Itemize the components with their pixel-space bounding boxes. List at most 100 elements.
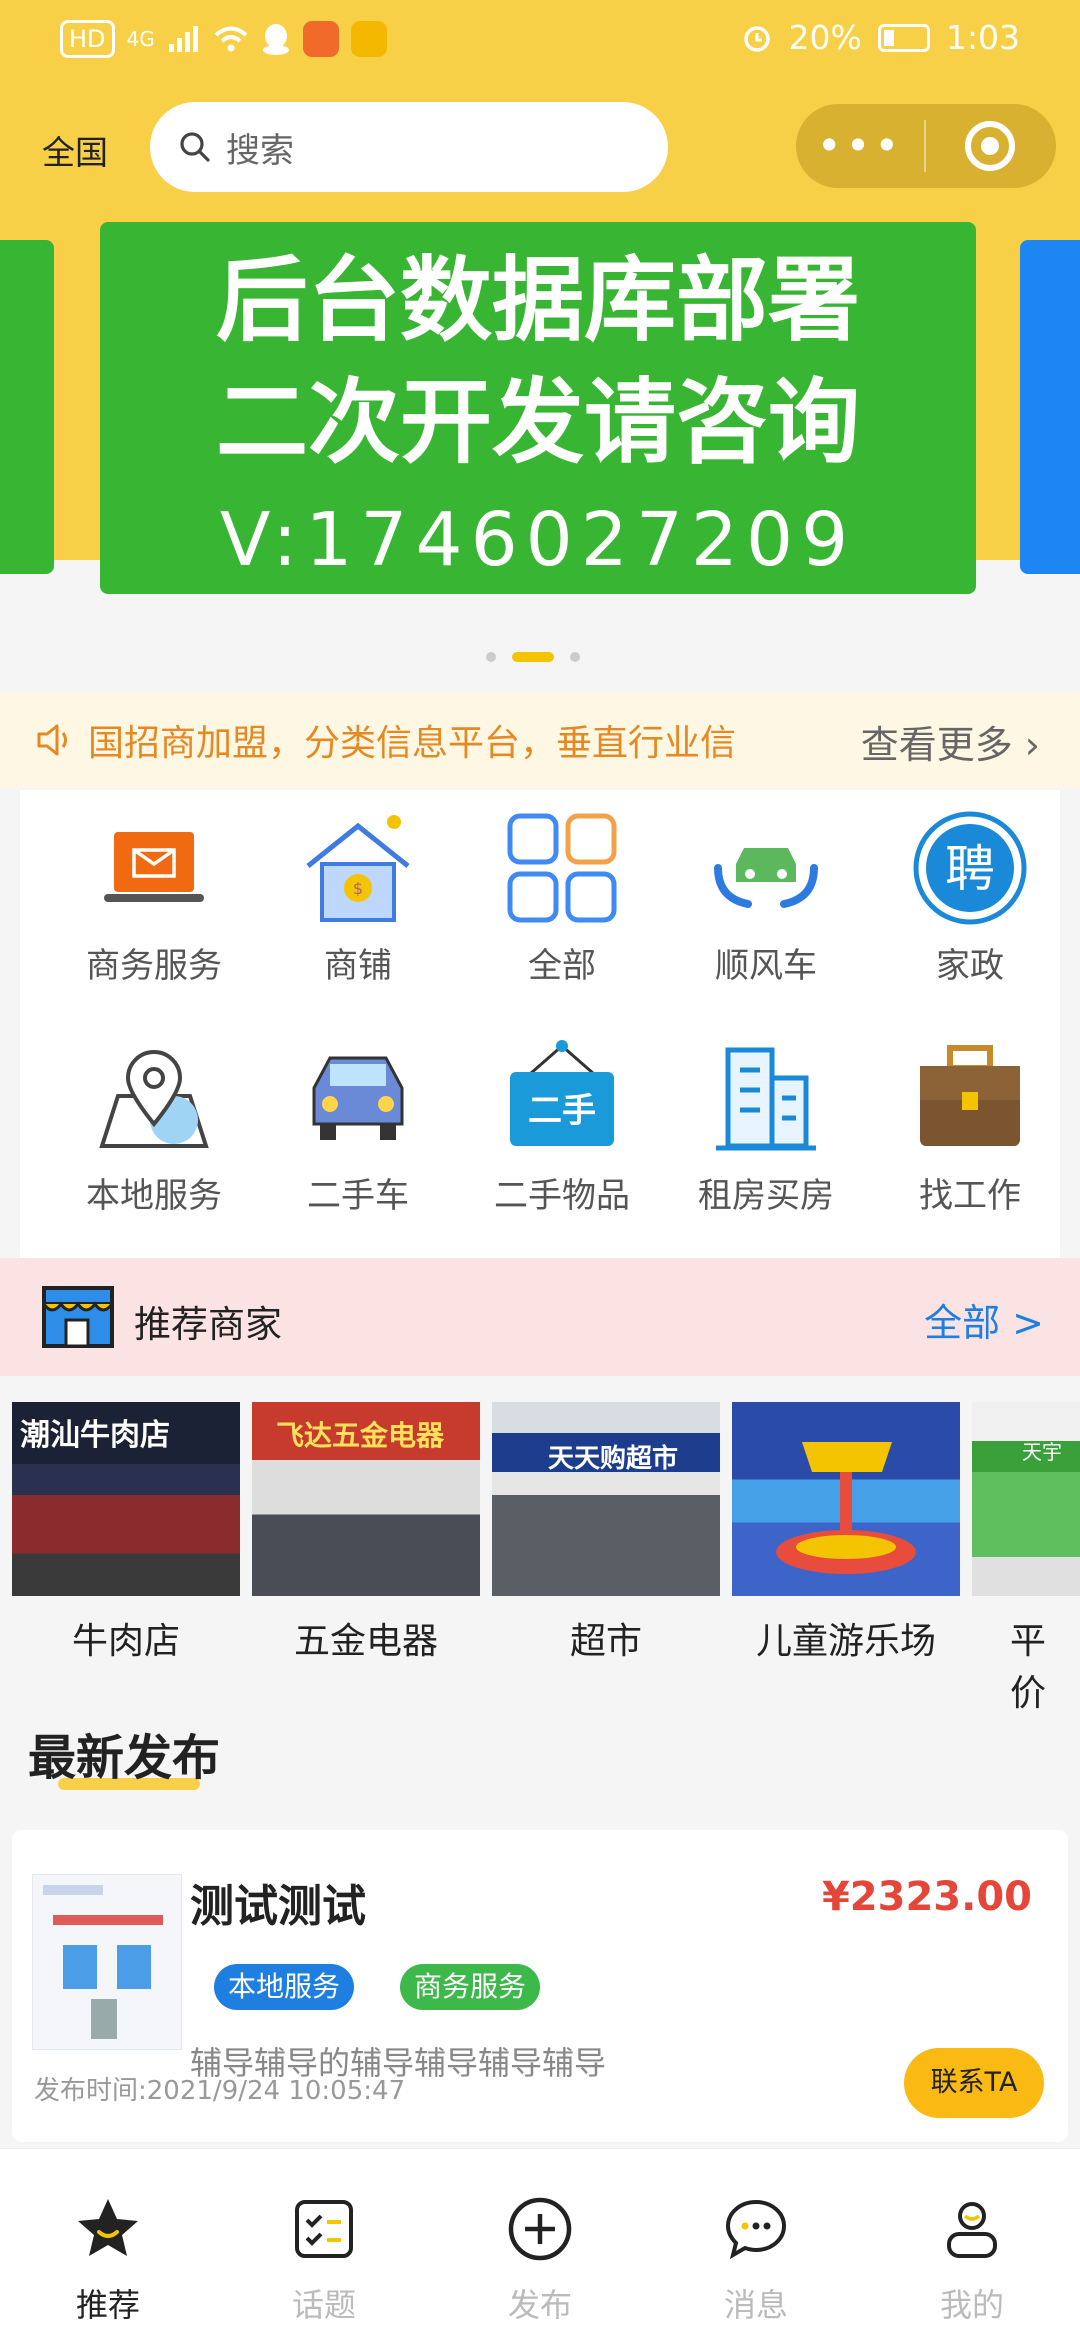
user-icon (939, 2196, 1005, 2262)
pagination-dot-active (512, 652, 554, 662)
category-item[interactable]: 顺风车 (664, 790, 868, 1000)
mail-notification-icon (350, 21, 387, 57)
car-hands-icon (706, 808, 826, 928)
clock: 1:03 (945, 18, 1020, 57)
region-selector[interactable]: 全国 (42, 126, 108, 174)
location-map-icon (94, 1038, 214, 1158)
tab-label: 发布 (507, 2286, 572, 2324)
notice-more-link[interactable]: 查看更多 › (861, 714, 1040, 769)
category-item[interactable]: 聘 家政 (868, 790, 1072, 1000)
contact-button[interactable]: 联系TA (904, 2048, 1044, 2118)
merchant-label: 牛肉店 (71, 1621, 180, 1662)
category-item[interactable]: 商务服务 (52, 790, 256, 1000)
category-item[interactable]: 本地服务 (52, 1020, 256, 1230)
merchant-sign: 天宇 (1022, 1440, 1062, 1464)
search-bar[interactable]: 搜索 (150, 102, 668, 192)
target-icon (965, 121, 1015, 171)
merchant-sign: 天天购超市 (548, 1444, 679, 1474)
merchant-photo (732, 1402, 960, 1596)
building-icon (706, 1038, 826, 1158)
category-label: 二手物品 (494, 1176, 630, 1216)
tab-messages[interactable]: 消息 (676, 2196, 836, 2326)
post-card[interactable]: 测试测试 ¥2323.00 本地服务 商务服务 辅导辅导的辅导辅导辅导辅导 发布… (12, 1830, 1068, 2142)
merchant-card[interactable]: 儿童游乐场 (732, 1402, 960, 1664)
merchant-card[interactable]: 天宇 平价 (972, 1402, 1080, 1714)
tab-label: 话题 (291, 2286, 356, 2324)
car-icon (298, 1038, 418, 1158)
post-tag[interactable]: 本地服务 (214, 1964, 355, 2010)
category-label: 商务服务 (86, 946, 222, 986)
banner-next-peek[interactable] (1020, 240, 1080, 574)
notice-bar[interactable]: 国招商加盟，分类信息平台，垂直行业信 查看更多 › (0, 692, 1080, 788)
merchant-card[interactable]: 飞达五金电器 五金电器 (252, 1402, 480, 1664)
grid-icon (502, 808, 622, 928)
storefront-icon (40, 1284, 116, 1350)
merchant-card[interactable]: 天天购超市 超市 (492, 1402, 720, 1664)
qq-icon (262, 24, 289, 55)
category-grid: 商务服务 $ 商铺 全部 顺风车 聘 家政 本地服务 二手车 二手 二手物品 租… (20, 790, 1060, 1260)
shop-house-icon: $ (298, 808, 418, 928)
app-notification-icon (302, 21, 339, 57)
miniprogram-capsule: ••• (796, 104, 1056, 188)
tab-recommend[interactable]: 推荐 (28, 2196, 188, 2326)
latest-section-title: 最新发布 (28, 1730, 221, 1786)
briefcase-icon (910, 1038, 1030, 1158)
close-miniprogram-button[interactable] (926, 121, 1054, 171)
tab-label: 推荐 (75, 2286, 140, 2324)
merchant-label: 超市 (569, 1621, 642, 1662)
laptop-mail-icon (94, 808, 214, 928)
tab-label: 消息 (723, 2286, 788, 2324)
hd-indicator: HD (60, 20, 115, 58)
merchant-photo: 潮汕牛肉店 (12, 1402, 240, 1596)
category-item[interactable]: 租房买房 (664, 1020, 868, 1230)
category-item[interactable]: 二手 二手物品 (460, 1020, 664, 1230)
merchant-photo: 飞达五金电器 (252, 1402, 480, 1596)
category-label: 顺风车 (715, 946, 817, 986)
plus-circle-icon (507, 2196, 573, 2262)
notice-more-label: 查看更多 (860, 723, 1013, 767)
category-label: 二手车 (307, 1176, 409, 1216)
banner-line-2: 二次开发请咨询 (215, 369, 860, 476)
category-item[interactable]: 全部 (460, 790, 664, 1000)
svg-text:$: $ (353, 879, 363, 898)
recruit-char: 聘 (945, 840, 995, 898)
merchant-label: 平价 (1010, 1621, 1047, 1714)
alarm-icon (743, 25, 770, 52)
pagination-dot (570, 652, 580, 662)
merchant-photo: 天天购超市 (492, 1402, 720, 1596)
banner-slide[interactable]: 后台数据库部署 二次开发请咨询 V:1746027209 (100, 222, 976, 594)
post-thumbnail (32, 1874, 182, 2050)
second-hand-text: 二手 (528, 1091, 596, 1131)
category-label: 找工作 (919, 1176, 1021, 1216)
battery-icon (877, 23, 930, 52)
category-label: 商铺 (324, 946, 392, 986)
merchant-sign: 飞达五金电器 (276, 1419, 445, 1452)
merchant-card[interactable]: 潮汕牛肉店 牛肉店 (12, 1402, 240, 1664)
merchant-section-title: 推荐商家 (134, 1303, 282, 1346)
status-bar: HD 4G 20% 1:03 (0, 0, 1080, 84)
pagination-dot (486, 652, 496, 662)
post-time: 发布时间:2021/9/24 10:05:47 (34, 2076, 406, 2106)
banner-line-1: 后台数据库部署 (215, 247, 860, 354)
category-item[interactable]: $ 商铺 (256, 790, 460, 1000)
tab-topics[interactable]: 话题 (244, 2196, 404, 2326)
checklist-icon (291, 2196, 357, 2262)
signal-icon (168, 26, 198, 52)
merchant-view-all-link[interactable]: 全部 > (924, 1292, 1044, 1347)
tab-mine[interactable]: 我的 (892, 2196, 1052, 2326)
tab-publish[interactable]: 发布 (460, 2196, 620, 2326)
battery-percent: 20% (788, 18, 862, 57)
banner-prev-peek[interactable] (0, 240, 54, 574)
category-item[interactable]: 找工作 (868, 1020, 1072, 1230)
banner-line-3: V:1746027209 (219, 497, 857, 583)
post-price: ¥2323.00 (821, 1874, 1032, 1920)
star-face-icon (75, 2196, 141, 2262)
wifi-icon (214, 26, 248, 52)
category-label: 本地服务 (86, 1176, 222, 1216)
category-item[interactable]: 二手车 (256, 1020, 460, 1230)
tab-label: 我的 (939, 2286, 1004, 2324)
banner-pagination (486, 652, 580, 662)
notice-text: 国招商加盟，分类信息平台，垂直行业信 (88, 723, 737, 764)
more-menu-button[interactable]: ••• (796, 104, 924, 188)
post-tag[interactable]: 商务服务 (400, 1964, 541, 2010)
